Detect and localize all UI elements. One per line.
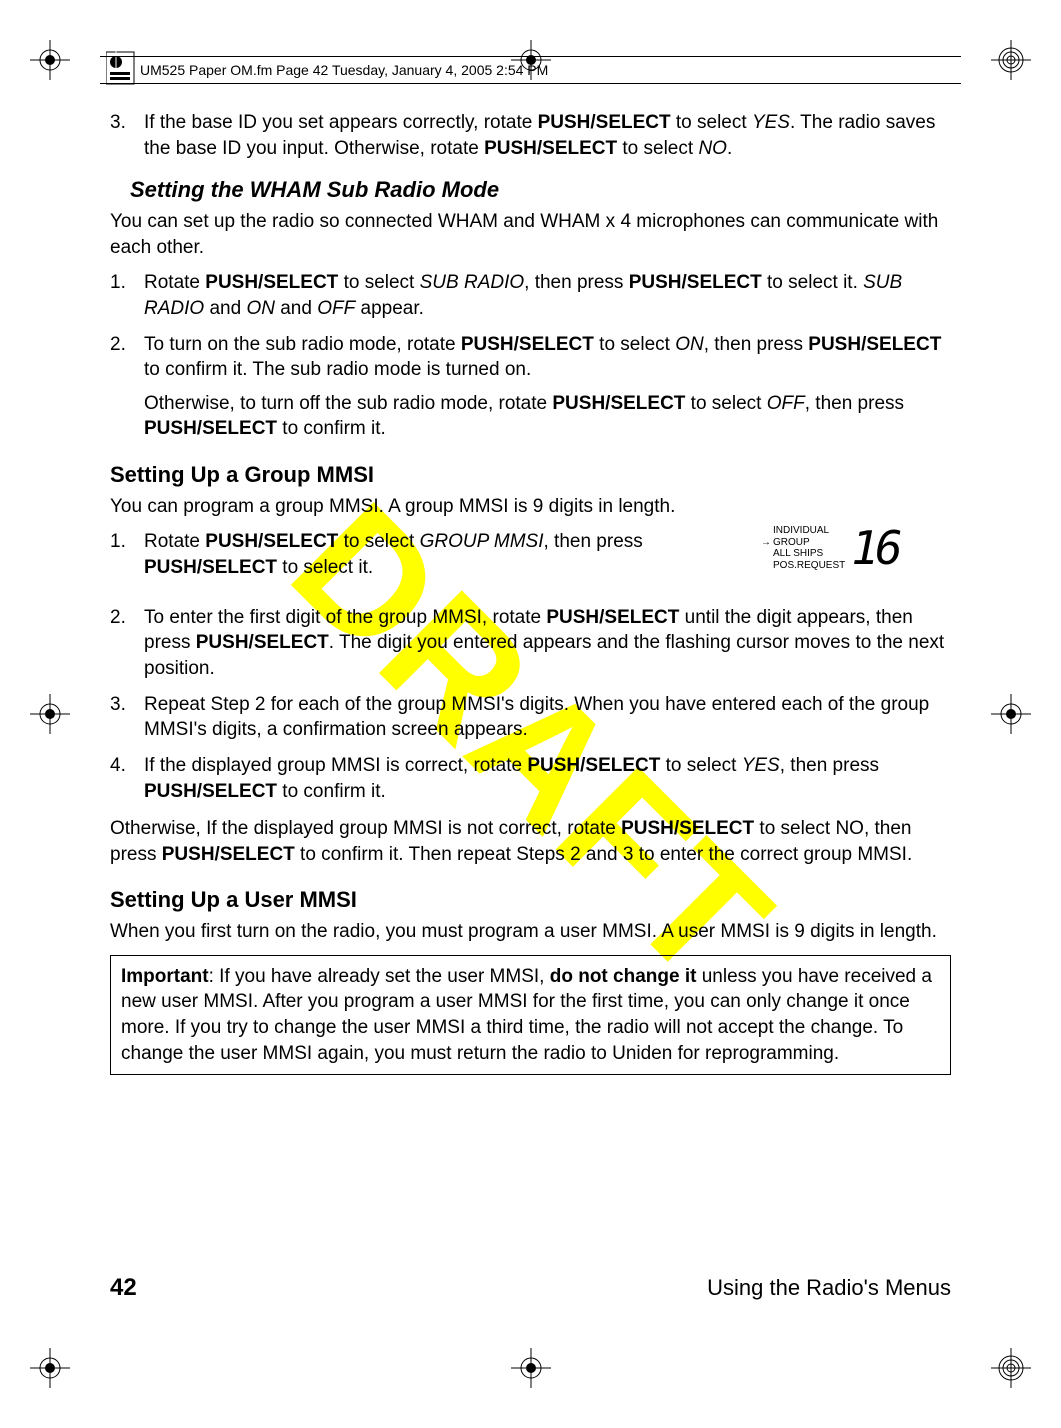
lcd-display: →INDIVIDUAL →GROUP →ALL SHIPS →POS.REQUE… — [761, 525, 951, 571]
lcd-item: ALL SHIPS — [773, 548, 823, 559]
crop-mark-icon — [991, 694, 1031, 734]
crop-mark-icon — [991, 1348, 1031, 1388]
page-header: UM525 Paper OM.fm Page 42 Tuesday, Janua… — [100, 56, 961, 84]
list-item: 1. →INDIVIDUAL →GROUP →ALL SHIPS →POS.RE… — [110, 529, 951, 580]
paragraph: Otherwise, If the displayed group MMSI i… — [110, 816, 951, 867]
lcd-channel-number: 16 — [851, 525, 898, 571]
list-body: If the displayed group MMSI is correct, … — [144, 753, 951, 804]
heading-user-mmsi: Setting Up a User MMSI — [110, 885, 951, 915]
list-body: →INDIVIDUAL →GROUP →ALL SHIPS →POS.REQUE… — [144, 529, 951, 580]
list-number: 2. — [110, 605, 144, 682]
footer-title: Using the Radio's Menus — [707, 1275, 951, 1301]
page-content: 3. If the base ID you set appears correc… — [110, 110, 951, 1318]
list-body: Repeat Step 2 for each of the group MMSI… — [144, 692, 951, 743]
list-body: Rotate PUSH/SELECT to select SUB RADIO, … — [144, 270, 951, 321]
header-text: UM525 Paper OM.fm Page 42 Tuesday, Janua… — [140, 62, 548, 78]
intro-text: You can program a group MMSI. A group MM… — [110, 494, 951, 520]
arrow-right-icon: → — [761, 537, 771, 548]
list-body: To enter the first digit of the group MM… — [144, 605, 951, 682]
subheading-wham: Setting the WHAM Sub Radio Mode — [130, 175, 951, 205]
list-number: 3. — [110, 692, 144, 743]
list-number: 4. — [110, 753, 144, 804]
list-item: 1. Rotate PUSH/SELECT to select SUB RADI… — [110, 270, 951, 321]
important-note-box: Important: If you have already set the u… — [110, 955, 951, 1076]
heading-group-mmsi: Setting Up a Group MMSI — [110, 460, 951, 490]
lcd-menu-list: →INDIVIDUAL →GROUP →ALL SHIPS →POS.REQUE… — [761, 525, 845, 571]
crop-mark-icon — [30, 694, 70, 734]
crop-mark-icon — [30, 40, 70, 80]
lcd-item: GROUP — [773, 537, 810, 548]
list-item: 3. If the base ID you set appears correc… — [110, 110, 951, 161]
list-item: 2. To turn on the sub radio mode, rotate… — [110, 332, 951, 443]
crop-mark-icon — [991, 40, 1031, 80]
list-number: 1. — [110, 270, 144, 321]
list-body: If the base ID you set appears correctly… — [144, 110, 951, 161]
intro-text: You can set up the radio so connected WH… — [110, 209, 951, 260]
step-text: To turn on the sub radio mode, rotate PU… — [144, 334, 941, 381]
step-extra: Otherwise, to turn off the sub radio mod… — [144, 391, 951, 442]
page-footer: 42 Using the Radio's Menus — [110, 1274, 951, 1302]
page-number: 42 — [110, 1274, 137, 1302]
step-text: Rotate PUSH/SELECT to select GROUP MMSI,… — [144, 531, 643, 578]
list-item: 4. If the displayed group MMSI is correc… — [110, 753, 951, 804]
intro-text: When you first turn on the radio, you mu… — [110, 919, 951, 945]
crop-mark-icon — [30, 1348, 70, 1388]
list-item: 2. To enter the first digit of the group… — [110, 605, 951, 682]
list-item: 3. Repeat Step 2 for each of the group M… — [110, 692, 951, 743]
list-body: To turn on the sub radio mode, rotate PU… — [144, 332, 951, 443]
lcd-item: INDIVIDUAL — [773, 525, 829, 536]
list-number: 1. — [110, 529, 144, 580]
list-number: 3. — [110, 110, 144, 161]
crop-mark-icon — [511, 1348, 551, 1388]
list-number: 2. — [110, 332, 144, 443]
lcd-item: POS.REQUEST — [773, 560, 845, 571]
